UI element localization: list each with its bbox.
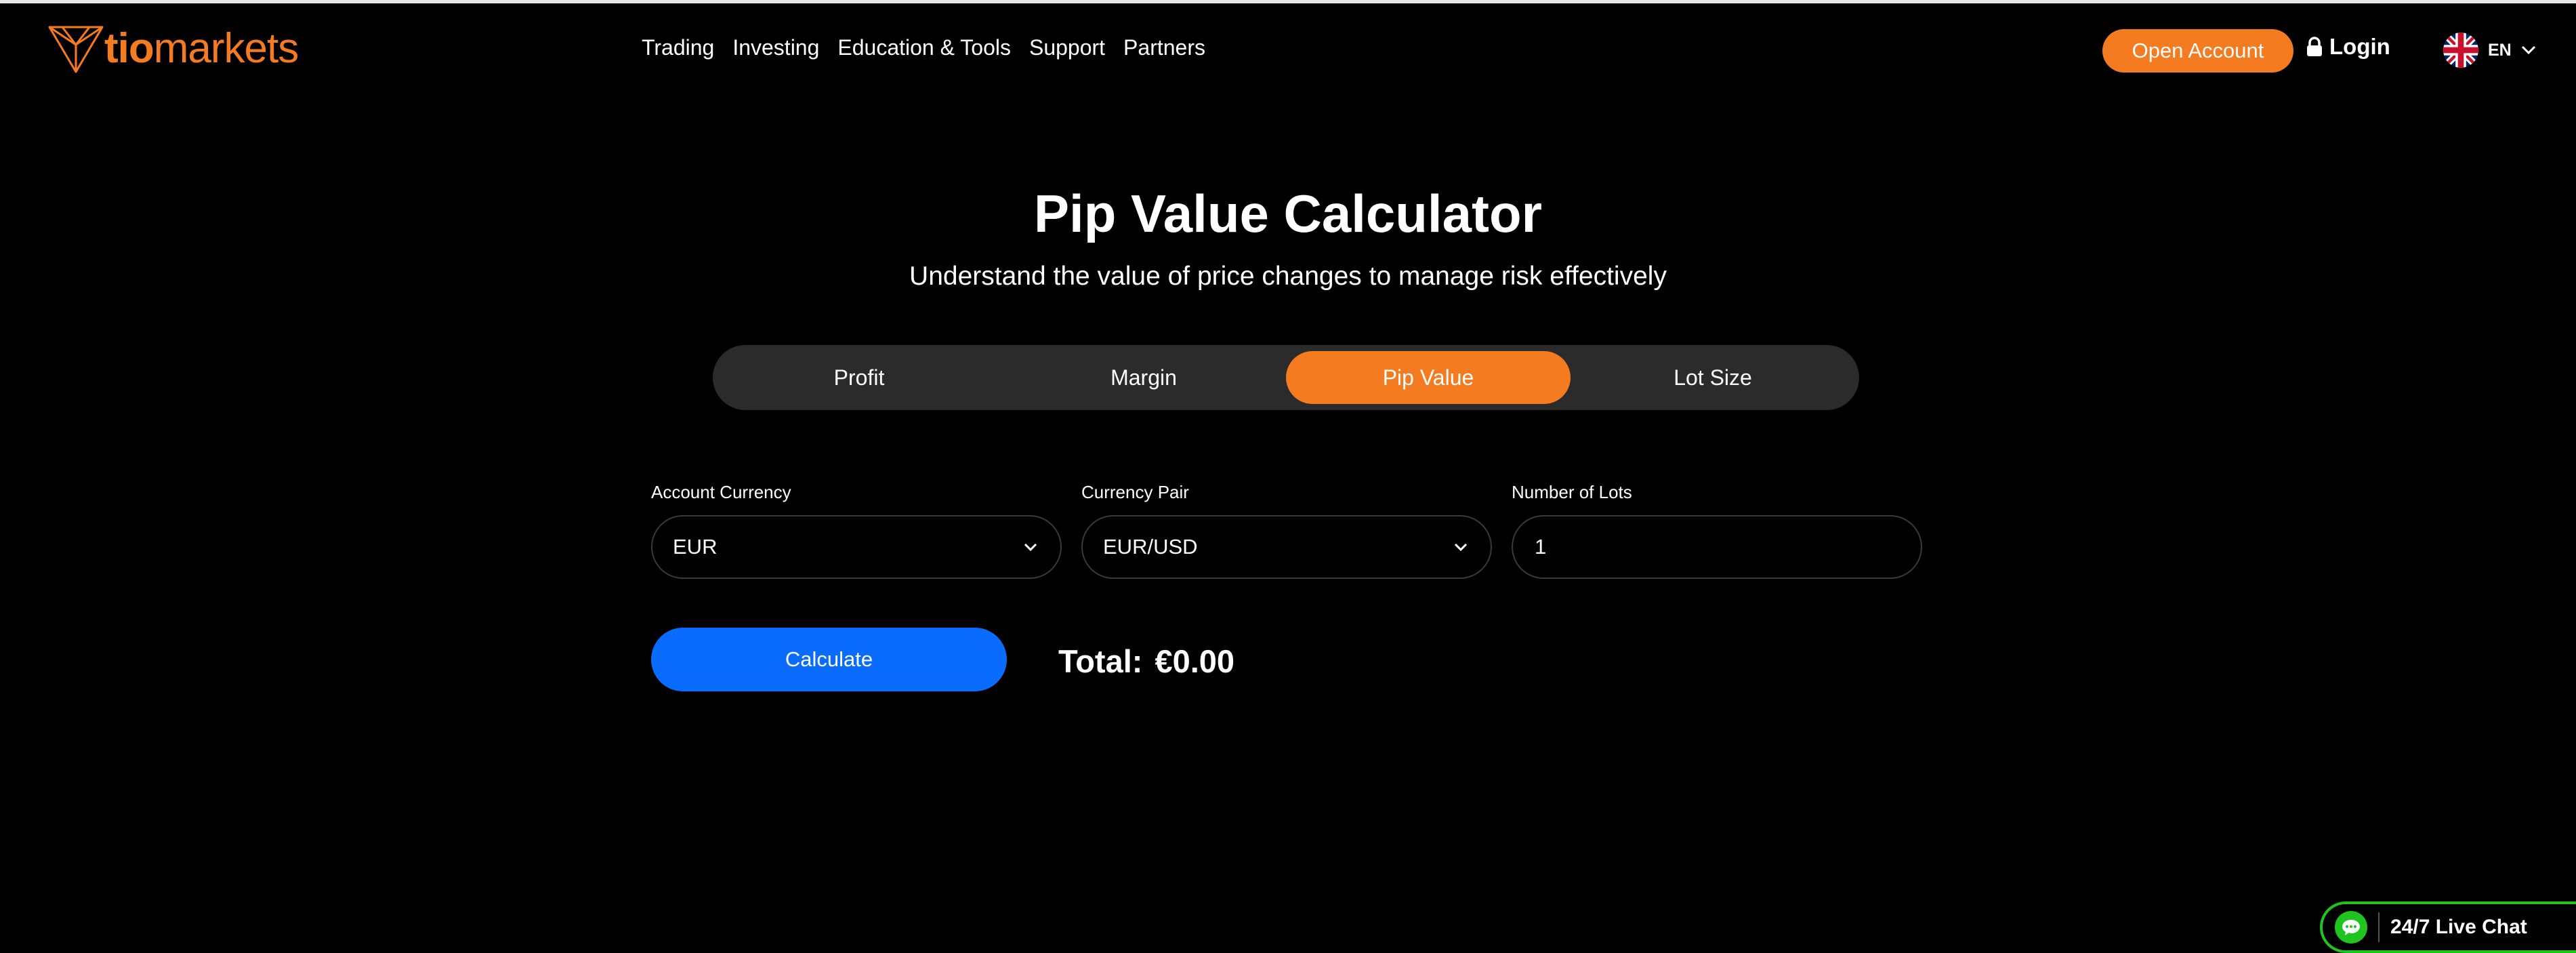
currency-pair-value: EUR/USD (1103, 535, 1198, 559)
nav-item-partners[interactable]: Partners (1123, 35, 1205, 60)
account-currency-select[interactable]: EUR (651, 515, 1062, 579)
page-title: Pip Value Calculator (1034, 184, 1542, 243)
uk-flag-icon (2443, 33, 2478, 68)
account-currency-label: Account Currency (651, 482, 791, 502)
tab-pip-value[interactable]: Pip Value (1286, 351, 1571, 404)
chevron-down-icon (1024, 543, 1037, 552)
account-currency-value: EUR (673, 535, 718, 559)
chevron-down-icon (1454, 543, 1468, 552)
page-subtitle: Understand the value of price changes to… (909, 262, 1667, 291)
number-of-lots-input[interactable] (1533, 534, 1900, 560)
nav-item-trading[interactable]: Trading (642, 35, 714, 60)
calculate-button[interactable]: Calculate (651, 628, 1007, 691)
total-value: €0.00 (1155, 643, 1235, 679)
chevron-down-icon (2521, 45, 2535, 55)
nav-item-support[interactable]: Support (1029, 35, 1105, 60)
chat-divider (2378, 912, 2380, 942)
open-account-button[interactable]: Open Account (2102, 29, 2293, 73)
tab-profit[interactable]: Profit (717, 351, 1001, 404)
total-result: Total: €0.00 (1058, 643, 1234, 680)
number-of-lots-field[interactable] (1512, 515, 1922, 579)
logo-mark-icon (48, 26, 104, 73)
login-label: Login (2329, 34, 2390, 59)
login-link[interactable]: Login (2306, 34, 2390, 60)
currency-pair-select[interactable]: EUR/USD (1081, 515, 1492, 579)
logo-text: tiomarkets (104, 25, 299, 72)
lock-icon (2307, 37, 2322, 56)
nav-item-investing[interactable]: Investing (732, 35, 819, 60)
chat-bubble-icon (2335, 911, 2367, 944)
number-of-lots-label: Number of Lots (1512, 482, 1632, 502)
main-nav: Trading Investing Education & Tools Supp… (642, 35, 1224, 60)
total-label: Total: (1058, 643, 1143, 679)
top-border (0, 0, 2576, 3)
currency-pair-label: Currency Pair (1081, 482, 1189, 502)
tiomarkets-logo[interactable]: tiomarkets (47, 24, 299, 73)
tab-lot-size[interactable]: Lot Size (1571, 351, 1855, 404)
language-selector[interactable]: EN (2443, 33, 2536, 68)
tab-margin[interactable]: Margin (1001, 351, 1286, 404)
live-chat-button[interactable]: 24/7 Live Chat (2320, 901, 2576, 953)
language-code: EN (2488, 40, 2512, 60)
calculator-tabs: Profit Margin Pip Value Lot Size (713, 345, 1859, 410)
live-chat-label: 24/7 Live Chat (2390, 916, 2527, 938)
nav-item-education-tools[interactable]: Education & Tools (837, 35, 1011, 60)
